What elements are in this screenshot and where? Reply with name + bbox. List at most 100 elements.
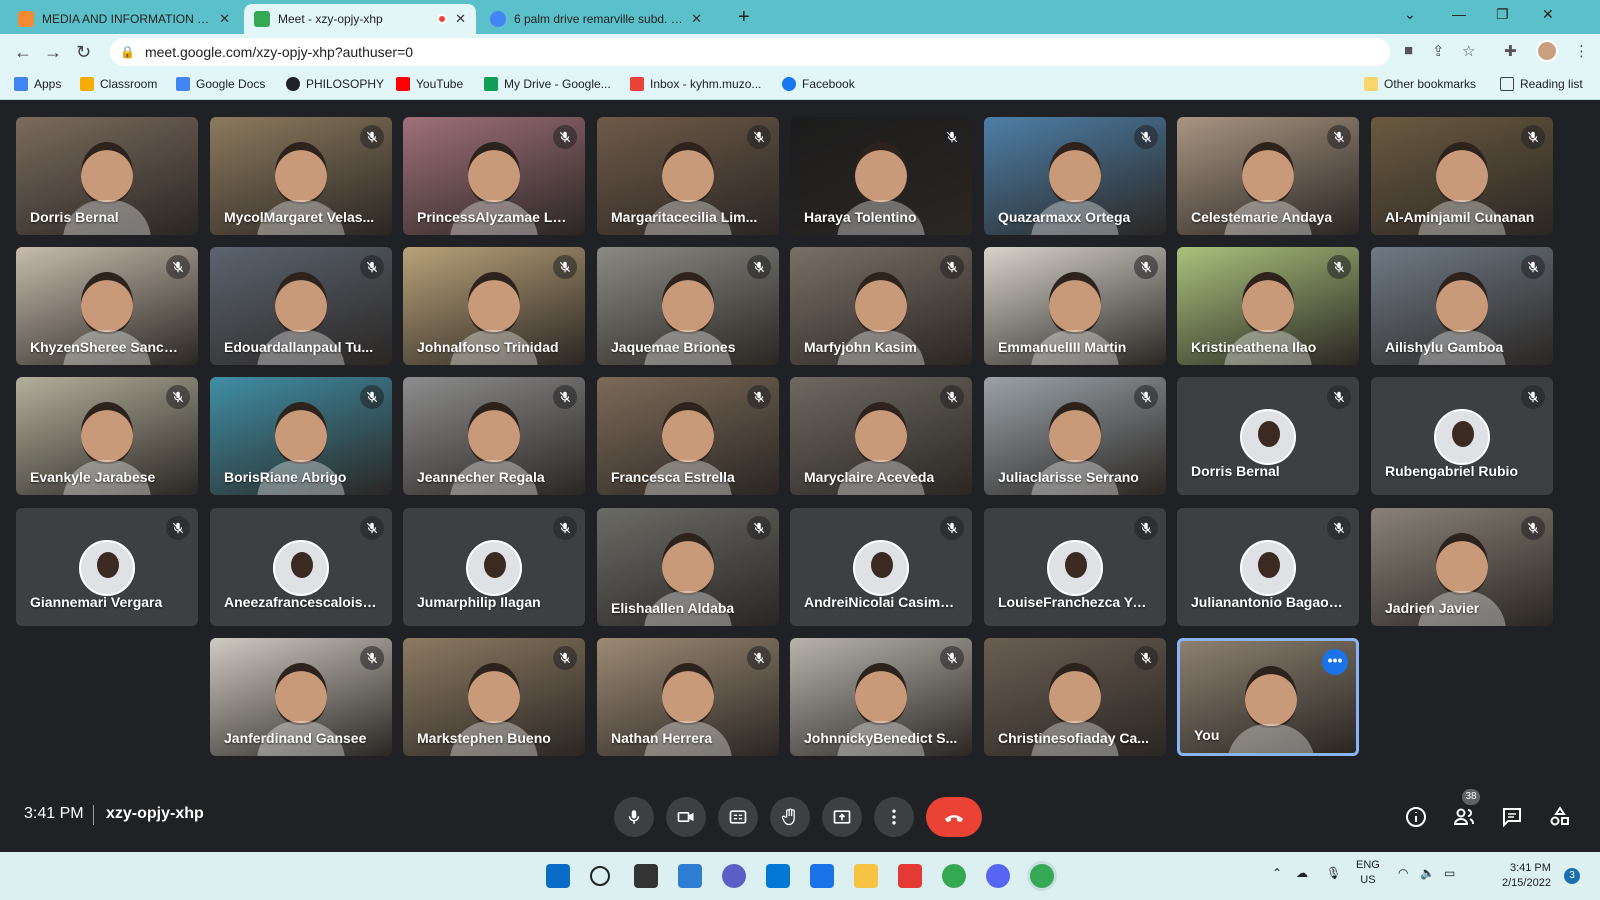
bookmark-philosophy[interactable]: PHILOSOPHY xyxy=(286,77,384,91)
participant-tile[interactable]: KhyzenSheree Sanch... xyxy=(16,247,198,365)
extensions-puzzle-icon[interactable]: ✚ xyxy=(1504,42,1517,60)
bookmark-apps[interactable]: Apps xyxy=(14,77,61,91)
participant-tile[interactable]: Edouardallanpaul Tu... xyxy=(210,247,392,365)
participant-tile[interactable]: Quazarmaxx Ortega xyxy=(984,117,1166,235)
participant-tile[interactable]: BorisRiane Abrigo xyxy=(210,377,392,495)
participant-tile[interactable]: Rubengabriel Rubio xyxy=(1371,377,1553,495)
participant-tile[interactable]: Markstephen Bueno xyxy=(403,638,585,756)
camera-in-use-icon[interactable]: ■ xyxy=(1404,42,1413,59)
start-windows-icon[interactable] xyxy=(546,864,570,888)
participant-tile[interactable]: Giannemari Vergara xyxy=(16,508,198,626)
microsoft-store-icon[interactable] xyxy=(766,864,790,888)
self-video-tile[interactable]: ••• You xyxy=(1177,638,1359,756)
microphone-button[interactable] xyxy=(614,797,654,837)
meeting-details-button[interactable] xyxy=(1402,803,1430,831)
other-bookmarks[interactable]: Other bookmarks xyxy=(1364,77,1476,91)
participant-tile[interactable]: Julianantonio Bagaoisan xyxy=(1177,508,1359,626)
participant-tile[interactable]: PrincessAlyzamae Lu... xyxy=(403,117,585,235)
file-explorer-icon[interactable] xyxy=(854,864,878,888)
teams-chat-icon[interactable] xyxy=(722,864,746,888)
close-tab-icon[interactable]: ✕ xyxy=(455,11,466,27)
microphone-tray-icon[interactable]: 🎙 xyxy=(1326,866,1341,880)
show-hidden-icons-chevron-icon[interactable]: ⌃ xyxy=(1272,866,1282,880)
taskbar-clock[interactable]: 3:41 PM 2/15/2022 xyxy=(1502,861,1551,891)
bookmark-my-drive[interactable]: My Drive - Google... xyxy=(484,77,611,91)
participant-tile[interactable]: EmmanuelIII Martin xyxy=(984,247,1166,365)
close-tab-icon[interactable]: ✕ xyxy=(219,11,230,27)
participant-tile[interactable]: Nathan Herrera xyxy=(597,638,779,756)
camera-button[interactable] xyxy=(666,797,706,837)
captions-button[interactable] xyxy=(718,797,758,837)
omnibox[interactable]: 🔒 meet.google.com/xzy-opjy-xhp?authuser=… xyxy=(110,38,1390,66)
search-icon[interactable] xyxy=(590,866,610,886)
participant-tile[interactable]: Jumarphilip Ilagan xyxy=(403,508,585,626)
participant-tile[interactable]: Kristineathena Ilao xyxy=(1177,247,1359,365)
tab-meet[interactable]: Meet - xzy-opjy-xhp ✕ xyxy=(244,4,476,34)
wifi-icon[interactable]: ◠ xyxy=(1398,866,1408,880)
participant-tile[interactable]: Aneezafrancescalois ... xyxy=(210,508,392,626)
participant-tile[interactable]: Jaquemae Briones xyxy=(597,247,779,365)
participant-tile[interactable]: Marfyjohn Kasim xyxy=(790,247,972,365)
bookmark-facebook[interactable]: Facebook xyxy=(782,77,855,91)
mail-icon[interactable] xyxy=(810,864,834,888)
close-tab-icon[interactable]: ✕ xyxy=(691,11,702,27)
participant-tile[interactable]: Christinesofiaday Ca... xyxy=(984,638,1166,756)
tab-search-chevron-icon[interactable]: ⌄ xyxy=(1404,6,1416,23)
task-view-icon[interactable] xyxy=(634,864,658,888)
participant-tile[interactable]: Margaritacecilia Lim... xyxy=(597,117,779,235)
chrome-profile-icon[interactable] xyxy=(1030,864,1054,888)
more-options-button[interactable] xyxy=(874,797,914,837)
chat-button[interactable] xyxy=(1498,803,1526,831)
share-icon[interactable]: ⇪ xyxy=(1432,42,1445,60)
participant-tile[interactable]: Celestemarie Andaya xyxy=(1177,117,1359,235)
battery-icon[interactable]: ▭ xyxy=(1444,866,1455,880)
participant-tile[interactable]: Ailishylu Gamboa xyxy=(1371,247,1553,365)
people-button[interactable] xyxy=(1450,803,1478,831)
forward-arrow-icon[interactable]: → xyxy=(44,42,62,63)
participant-tile[interactable]: Johnalfonso Trinidad xyxy=(403,247,585,365)
participant-tile[interactable]: Al-Aminjamil Cunanan xyxy=(1371,117,1553,235)
close-window-icon[interactable]: ✕ xyxy=(1542,6,1554,23)
participant-tile[interactable]: Jeannecher Regala xyxy=(403,377,585,495)
participant-tile[interactable]: Evankyle Jarabese xyxy=(16,377,198,495)
widgets-icon[interactable] xyxy=(678,864,702,888)
bookmark-google-docs[interactable]: Google Docs xyxy=(176,77,265,91)
notification-count-badge[interactable]: 3 xyxy=(1564,868,1580,884)
participant-tile[interactable]: Jadrien Javier xyxy=(1371,508,1553,626)
participant-tile[interactable]: JohnnickyBenedict S... xyxy=(790,638,972,756)
profile-avatar[interactable] xyxy=(1536,40,1558,62)
chrome-icon[interactable] xyxy=(942,864,966,888)
participant-tile[interactable]: LouiseFranchezca Yab... xyxy=(984,508,1166,626)
tile-more-options-icon[interactable]: ••• xyxy=(1322,649,1348,675)
bookmark-star-icon[interactable]: ☆ xyxy=(1462,42,1475,60)
participant-tile[interactable]: Janferdinand Gansee xyxy=(210,638,392,756)
new-tab-icon[interactable]: + xyxy=(738,6,750,29)
participant-tile[interactable]: Maryclaire Aceveda xyxy=(790,377,972,495)
reload-icon[interactable]: ↻ xyxy=(76,42,91,63)
back-arrow-icon[interactable]: ← xyxy=(14,42,32,63)
url-text[interactable]: meet.google.com/xzy-opjy-xhp?authuser=0 xyxy=(145,44,413,60)
bookmark-classroom[interactable]: Classroom xyxy=(80,77,157,91)
participant-tile[interactable]: Elishaallen Aldaba xyxy=(597,508,779,626)
participant-tile[interactable]: Francesca Estrella xyxy=(597,377,779,495)
reading-list[interactable]: Reading list xyxy=(1500,77,1583,91)
onedrive-cloud-icon[interactable]: ☁ xyxy=(1296,866,1308,880)
discord-icon[interactable] xyxy=(986,864,1010,888)
browser-menu-icon[interactable]: ⋮ xyxy=(1574,42,1589,60)
bookmark-youtube[interactable]: YouTube xyxy=(396,77,463,91)
tab-media-literacy[interactable]: MEDIA AND INFORMATION LITE ✕ xyxy=(8,4,240,34)
raise-hand-button[interactable] xyxy=(770,797,810,837)
participant-tile[interactable]: MycolMargaret Velas... xyxy=(210,117,392,235)
activities-button[interactable] xyxy=(1546,803,1574,831)
office-icon[interactable] xyxy=(898,864,922,888)
leave-call-button[interactable] xyxy=(926,797,982,837)
tab-maps-search[interactable]: 6 palm drive remarville subd. Par ✕ xyxy=(480,4,712,34)
minimize-icon[interactable]: — xyxy=(1452,6,1466,22)
participant-tile[interactable]: Juliaclarisse Serrano xyxy=(984,377,1166,495)
participant-tile[interactable]: Dorris Bernal xyxy=(1177,377,1359,495)
participant-tile[interactable]: Haraya Tolentino xyxy=(790,117,972,235)
volume-icon[interactable]: 🔈 xyxy=(1420,866,1435,880)
bookmark-inbox[interactable]: Inbox - kyhm.muzo... xyxy=(630,77,761,91)
restore-icon[interactable]: ❐ xyxy=(1496,6,1509,23)
present-screen-button[interactable] xyxy=(822,797,862,837)
